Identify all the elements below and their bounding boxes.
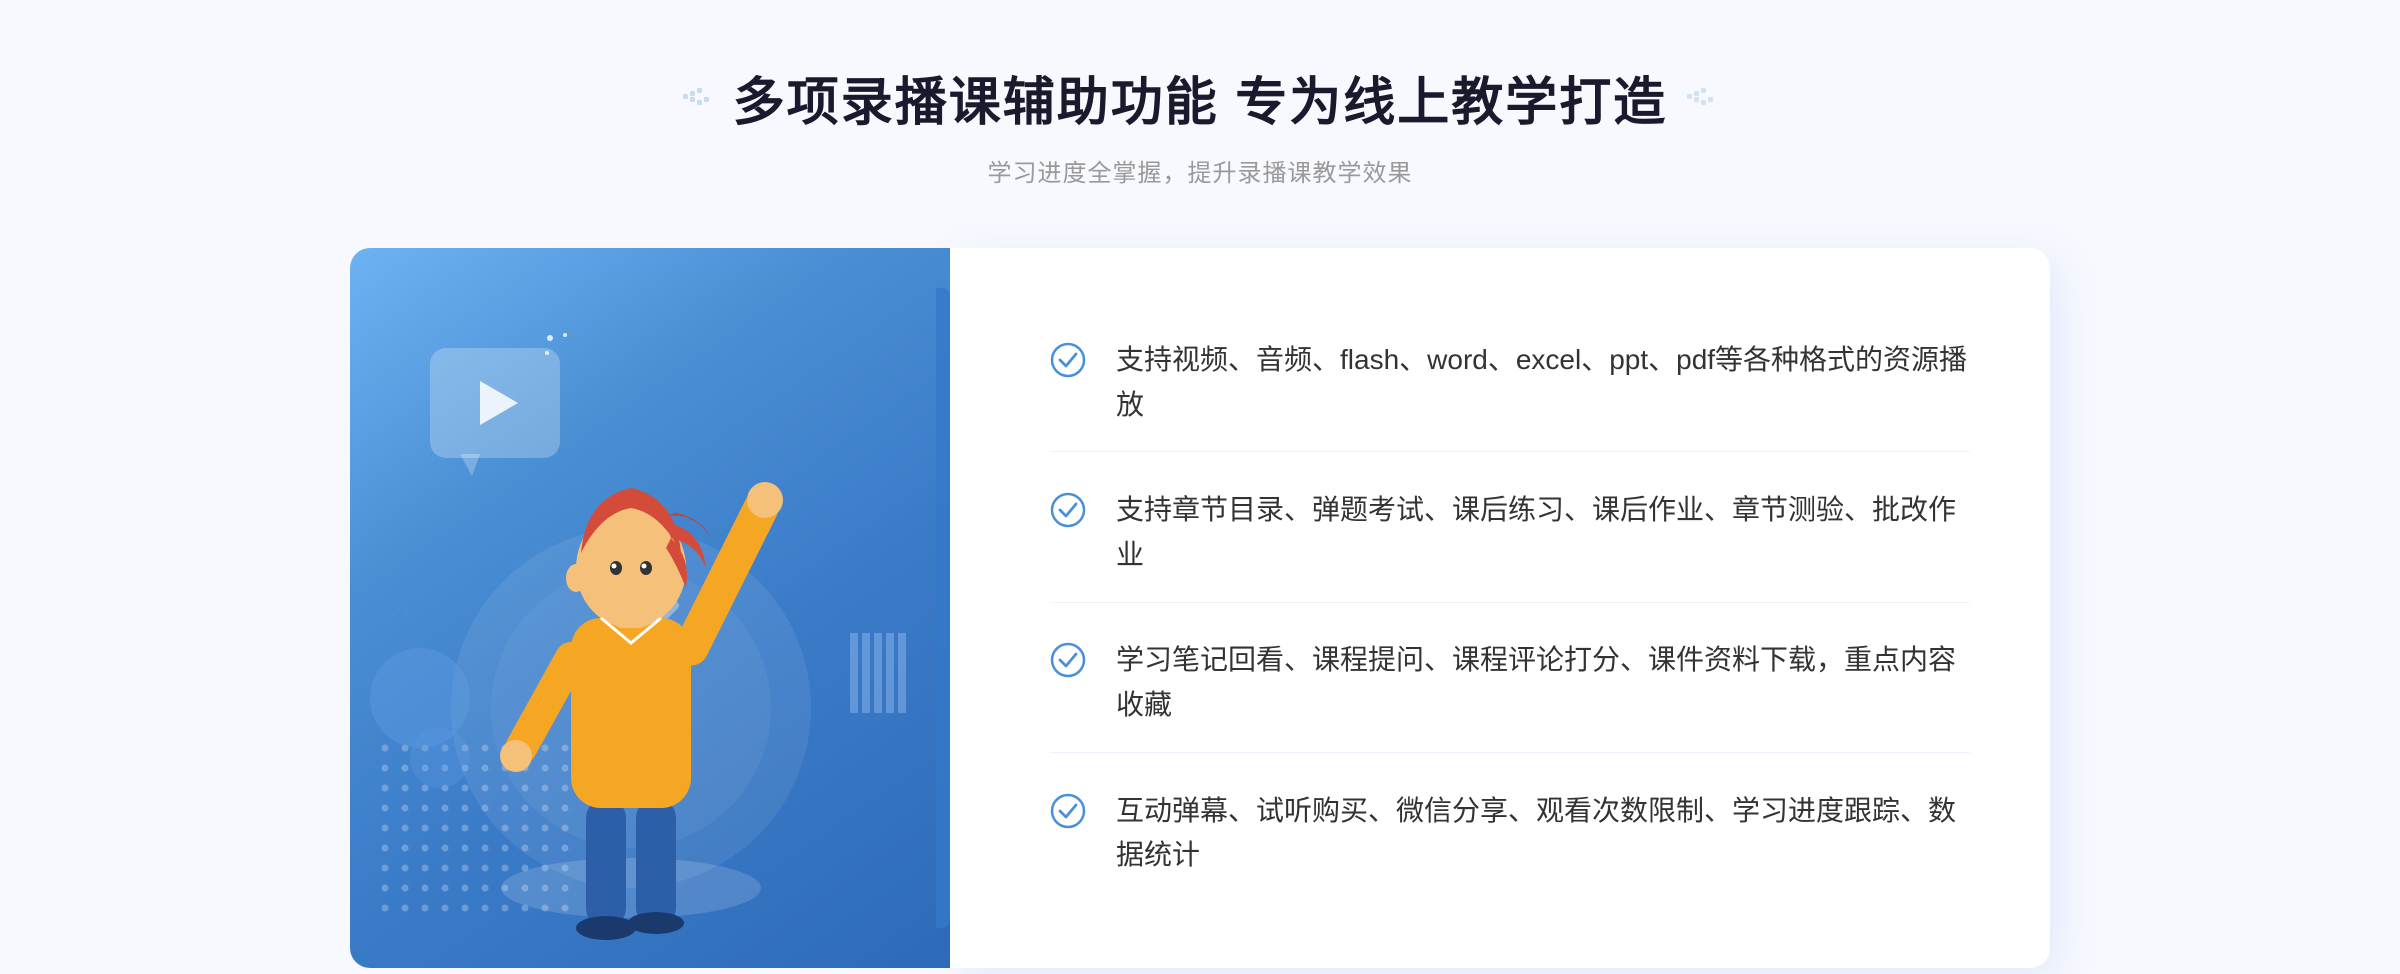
character-illustration bbox=[441, 368, 821, 968]
feature-item-2: 支持章节目录、弹题考试、课后练习、课后作业、章节测验、批改作业 bbox=[1050, 464, 1970, 603]
check-icon-2 bbox=[1050, 492, 1086, 528]
illustration-card: dots bbox=[350, 248, 950, 968]
feature-item-4: 互动弹幕、试听购买、微信分享、观看次数限制、学习进度跟踪、数据统计 bbox=[1050, 765, 1970, 903]
page-container: // Will be rendered via inline script bbox=[0, 0, 2400, 974]
feature-item-3: 学习笔记回看、课程提问、课程评论打分、课件资料下载，重点内容收藏 bbox=[1050, 614, 1970, 753]
page-title: 多项录播课辅助功能 专为线上教学打造 bbox=[733, 60, 1667, 135]
content-section: » dots bbox=[350, 248, 2050, 968]
blue-accent-bar bbox=[936, 288, 950, 928]
dots-decoration-left: // Will be rendered via inline script bbox=[280, 130, 440, 255]
page-subtitle: 学习进度全掌握，提升录播课教学效果 bbox=[683, 153, 1717, 188]
features-panel: 支持视频、音频、flash、word、excel、ppt、pdf等各种格式的资源… bbox=[950, 248, 2050, 968]
feature-text-4: 互动弹幕、试听购买、微信分享、观看次数限制、学习进度跟踪、数据统计 bbox=[1116, 789, 1970, 879]
feature-text-1: 支持视频、音频、flash、word、excel、ppt、pdf等各种格式的资源… bbox=[1116, 338, 1970, 428]
check-icon-4 bbox=[1050, 793, 1086, 829]
feature-text-2: 支持章节目录、弹题考试、课后练习、课后作业、章节测验、批改作业 bbox=[1116, 488, 1970, 578]
title-row: 多项录播课辅助功能 专为线上教学打造 bbox=[683, 60, 1717, 135]
dots-decoration-right bbox=[1960, 130, 2120, 255]
feature-text-3: 学习笔记回看、课程提问、课程评论打分、课件资料下载，重点内容收藏 bbox=[1116, 638, 1970, 728]
left-arrow-decoration: » bbox=[390, 587, 410, 629]
chevron-icon: » bbox=[390, 587, 410, 629]
check-icon-3 bbox=[1050, 642, 1086, 678]
circle-decoration-small bbox=[410, 728, 470, 788]
feature-item-1: 支持视频、音频、flash、word、excel、ppt、pdf等各种格式的资源… bbox=[1050, 314, 1970, 453]
header-section: 多项录播课辅助功能 专为线上教学打造 学习进度全掌握，提升录播课教学效果 bbox=[683, 60, 1717, 188]
title-decoration-right bbox=[1687, 88, 1717, 108]
stripe-decoration bbox=[850, 633, 910, 718]
title-decoration-left bbox=[683, 88, 713, 108]
check-icon-1 bbox=[1050, 342, 1086, 378]
